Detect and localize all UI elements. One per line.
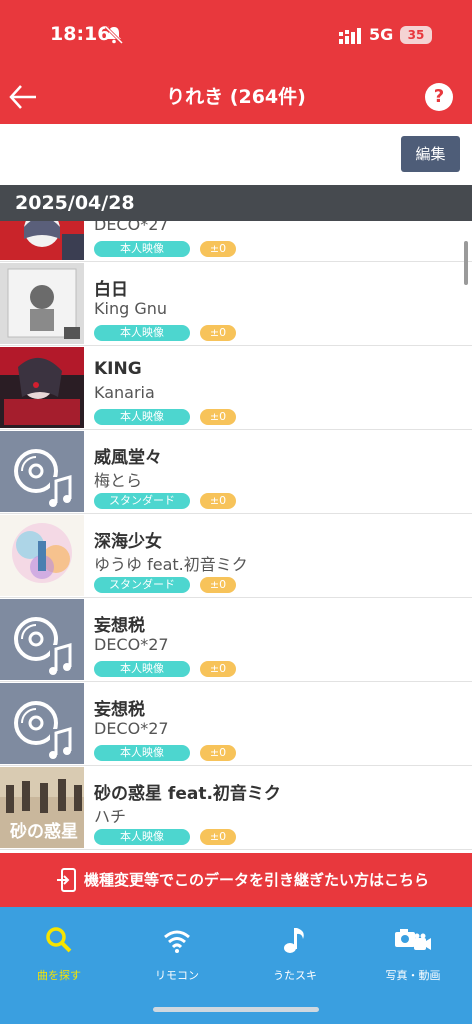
video-type-badge: 本人映像 — [94, 829, 190, 845]
song-artist: King Gnu — [94, 299, 167, 318]
transfer-label: 機種変更等でこのデータを引き継ぎたい方はこちら — [84, 871, 430, 889]
song-title: 威風堂々 — [94, 448, 162, 468]
date-header: 2025/04/28 — [0, 185, 472, 221]
bell-muted-icon — [104, 25, 124, 45]
video-type-badge: 本人映像 — [94, 241, 190, 257]
disc-placeholder-icon — [0, 431, 84, 512]
song-thumbnail: 砂の惑星 — [0, 767, 84, 848]
list-item[interactable]: DECO*27 本人映像 ±0 — [0, 221, 472, 262]
song-thumbnail — [0, 515, 84, 596]
data-transfer-banner[interactable]: 機種変更等でこのデータを引き継ぎたい方はこちら — [0, 853, 472, 907]
video-type-badge: 本人映像 — [94, 409, 190, 425]
toolbar: 編集 — [0, 124, 472, 185]
tab-label: 曲を探す — [37, 969, 81, 982]
song-title: 深海少女 — [94, 532, 162, 552]
song-title: 砂の惑星 feat.初音ミク — [94, 784, 281, 804]
video-type-badge: スタンダード — [94, 577, 190, 593]
tab-photo-video[interactable]: 写真・動画 — [354, 907, 472, 997]
scrollbar[interactable] — [464, 241, 468, 285]
network-type: 5G — [369, 25, 394, 44]
page-title: りれき (264件) — [166, 86, 306, 108]
song-title: KING — [94, 359, 142, 379]
key-badge: ±0 — [200, 325, 236, 341]
list-item[interactable]: KING Kanaria 本人映像 ±0 — [0, 346, 472, 430]
list-item[interactable]: 白日 King Gnu 本人映像 ±0 — [0, 262, 472, 346]
status-time: 18:16 — [50, 23, 111, 45]
history-list[interactable]: DECO*27 本人映像 ±0 白日 King Gnu 本人映像 ±0 KING… — [0, 221, 472, 853]
song-title: 白日 — [94, 280, 128, 300]
key-badge: ±0 — [200, 745, 236, 761]
song-thumbnail — [0, 347, 84, 428]
key-badge: ±0 — [200, 241, 236, 257]
song-title: 妄想税 — [94, 616, 145, 636]
song-artist: DECO*27 — [94, 719, 169, 738]
wifi-icon — [164, 930, 190, 953]
video-type-badge: スタンダード — [94, 493, 190, 509]
edit-button[interactable]: 編集 — [401, 136, 460, 172]
key-badge: ±0 — [200, 493, 236, 509]
navbar: りれき (264件) ? — [0, 70, 472, 124]
tab-label: 写真・動画 — [385, 969, 441, 982]
tab-utasuki[interactable]: うたスキ — [236, 907, 354, 997]
battery-level: 35 — [400, 26, 432, 44]
key-badge: ±0 — [200, 577, 236, 593]
search-icon — [46, 927, 72, 953]
video-type-badge: 本人映像 — [94, 325, 190, 341]
list-item[interactable]: 妄想税 DECO*27 本人映像 ±0 — [0, 682, 472, 766]
tab-search[interactable]: 曲を探す — [0, 907, 118, 997]
song-artist: ゆうゆ feat.初音ミク — [94, 555, 248, 574]
list-item[interactable]: 妄想税 DECO*27 本人映像 ±0 — [0, 598, 472, 682]
song-thumbnail — [0, 263, 84, 344]
song-title: 妄想税 — [94, 700, 145, 720]
status-bar: 18:16 5G 35 — [0, 0, 472, 70]
back-arrow-icon[interactable] — [6, 80, 40, 114]
song-artist: 梅とら — [94, 471, 143, 490]
key-badge: ±0 — [200, 409, 236, 425]
music-note-icon — [284, 928, 304, 953]
help-icon[interactable]: ? — [425, 83, 453, 111]
tab-bar: 曲を探す リモコン うたスキ 写真・動画 — [0, 907, 472, 1024]
tab-label: リモコン — [155, 969, 199, 982]
album-art-title: 砂の惑星 — [10, 821, 78, 842]
song-thumbnail — [0, 221, 84, 260]
tab-label: うたスキ — [273, 969, 317, 982]
song-artist: DECO*27 — [94, 635, 169, 654]
camera-icon — [395, 929, 431, 950]
disc-placeholder-icon — [0, 683, 84, 764]
song-artist: ハチ — [94, 807, 127, 826]
list-item[interactable]: 砂の惑星 砂の惑星 feat.初音ミク ハチ 本人映像 ±0 — [0, 766, 472, 850]
song-artist: DECO*27 — [94, 221, 169, 234]
list-item[interactable]: 威風堂々 梅とら スタンダード ±0 — [0, 430, 472, 514]
key-badge: ±0 — [200, 661, 236, 677]
tab-remote[interactable]: リモコン — [118, 907, 236, 997]
video-type-badge: 本人映像 — [94, 661, 190, 677]
song-artist: Kanaria — [94, 383, 155, 402]
home-indicator — [153, 1007, 319, 1012]
video-type-badge: 本人映像 — [94, 745, 190, 761]
list-item[interactable]: 深海少女 ゆうゆ feat.初音ミク スタンダード ±0 — [0, 514, 472, 598]
phone-transfer-icon — [57, 868, 76, 892]
key-badge: ±0 — [200, 829, 236, 845]
signal-icon — [339, 28, 361, 44]
disc-placeholder-icon — [0, 599, 84, 680]
